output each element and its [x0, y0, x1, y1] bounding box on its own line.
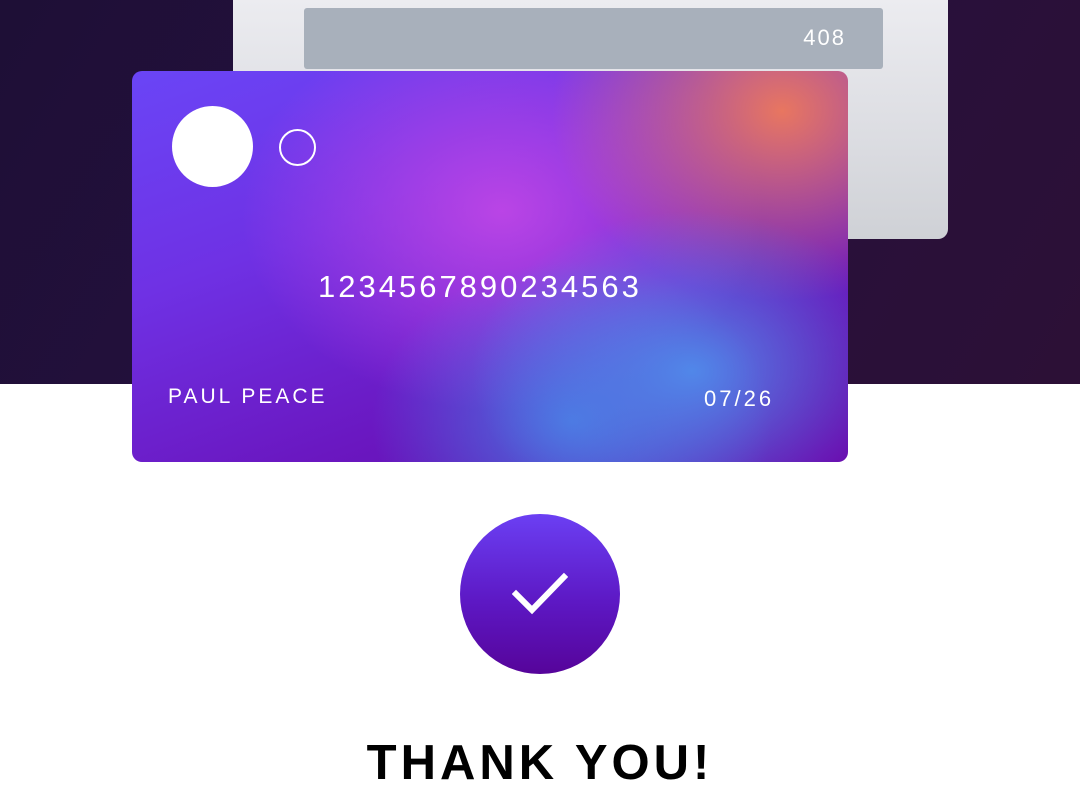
checkmark-icon	[512, 572, 568, 615]
card-number: 1234567890234563	[318, 269, 642, 304]
card-front: 1234567890234563 PAUL PEACE 07/26	[132, 71, 848, 462]
cvv-value: 408	[803, 25, 846, 50]
card-logo-outline-circle-icon	[279, 129, 316, 166]
card-holder-name: PAUL PEACE	[168, 385, 328, 408]
card-logo-filled-circle-icon	[172, 106, 253, 187]
cvv-strip: 408	[304, 8, 883, 69]
success-badge	[460, 514, 620, 674]
thank-you-heading: THANK YOU!	[366, 736, 714, 790]
card-expiry-date: 07/26	[704, 386, 775, 411]
